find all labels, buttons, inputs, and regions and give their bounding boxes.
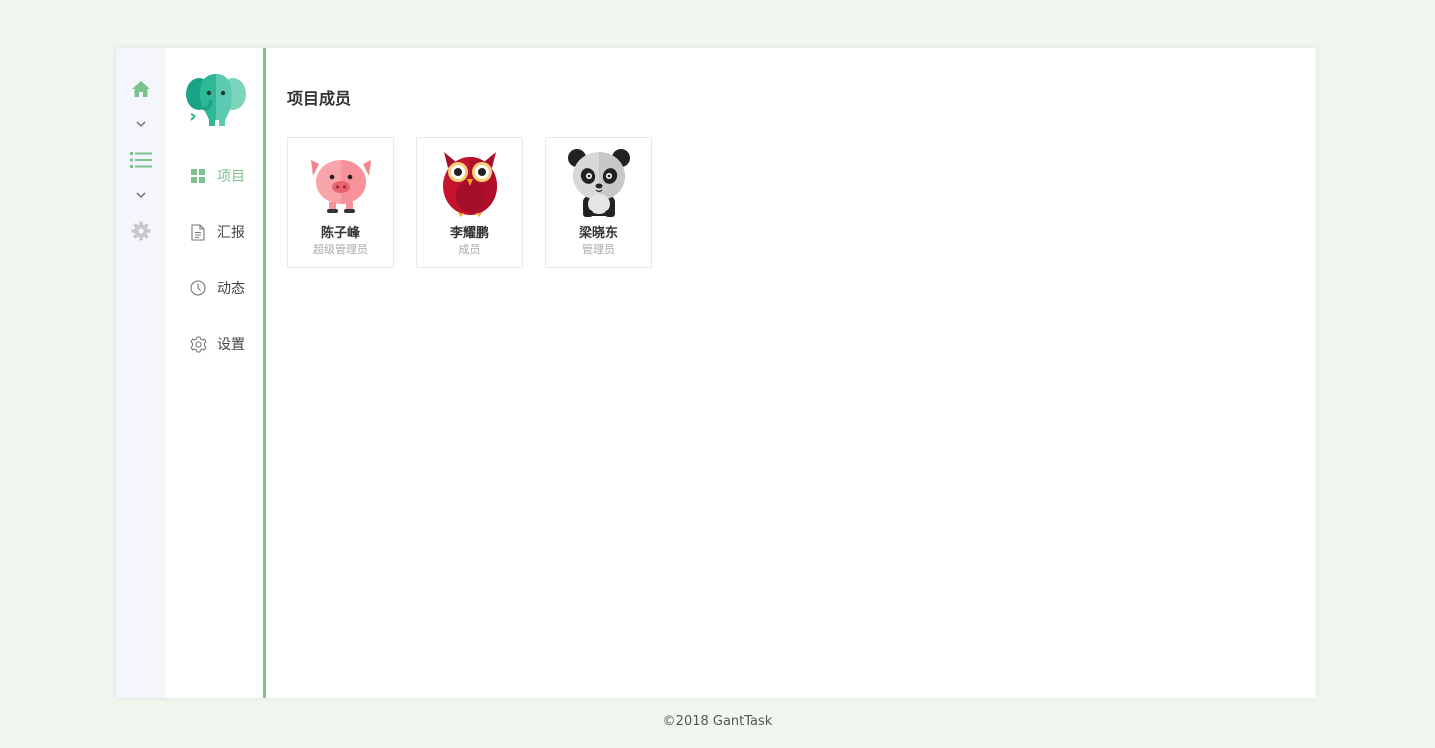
expand-list-button[interactable] (116, 188, 166, 202)
home-button[interactable] (116, 78, 166, 100)
member-card[interactable]: 陈子峰 超级管理员 (287, 137, 394, 268)
document-icon (188, 222, 208, 242)
home-icon (132, 81, 150, 97)
chevron-down-icon (136, 121, 146, 127)
member-role: 管理员 (582, 243, 615, 256)
nav-item-label: 汇报 (217, 225, 245, 241)
app-window: 项目 汇报 动态 设置 项目成员 陈子峰 超级管理员 李耀鹏 成员 梁晓东 管理… (116, 48, 1316, 698)
member-card[interactable]: 李耀鹏 成员 (416, 137, 523, 268)
nav-item-reports[interactable]: 汇报 (188, 222, 245, 242)
grid-icon (188, 166, 208, 186)
member-card[interactable]: 梁晓东 管理员 (545, 137, 652, 268)
settings-rail-button[interactable] (116, 220, 166, 242)
nav-item-settings[interactable]: 设置 (188, 334, 245, 354)
chevron-down-icon (136, 192, 146, 198)
panda-avatar-icon (567, 149, 630, 217)
member-name: 陈子峰 (320, 226, 360, 241)
page-title: 项目成员 (287, 89, 352, 108)
side-navigation: 项目 汇报 动态 设置 (166, 48, 266, 698)
icon-rail (116, 48, 166, 698)
nav-item-activity[interactable]: 动态 (188, 278, 245, 298)
member-name: 李耀鹏 (449, 226, 489, 241)
nav-item-label: 项目 (217, 169, 245, 185)
member-role: 成员 (458, 243, 481, 256)
member-list: 陈子峰 超级管理员 李耀鹏 成员 梁晓东 管理员 (287, 137, 674, 268)
list-button[interactable] (116, 149, 166, 171)
nav-item-label: 动态 (217, 281, 245, 297)
gear-icon (131, 221, 151, 241)
member-name: 梁晓东 (578, 226, 618, 241)
footer-copyright: ©2018 GantTask (662, 714, 773, 729)
elephant-logo-icon[interactable] (185, 70, 247, 128)
nav-item-projects[interactable]: 项目 (188, 166, 245, 186)
expand-home-button[interactable] (116, 117, 166, 131)
settings-icon (188, 334, 208, 354)
nav-item-label: 设置 (217, 337, 245, 353)
owl-avatar-icon (442, 152, 497, 217)
main-content: 项目成员 陈子峰 超级管理员 李耀鹏 成员 梁晓东 管理员 (266, 48, 1316, 698)
list-icon (130, 152, 152, 168)
member-role: 超级管理员 (313, 243, 368, 256)
clock-icon (188, 278, 208, 298)
pig-avatar-icon (310, 160, 371, 213)
